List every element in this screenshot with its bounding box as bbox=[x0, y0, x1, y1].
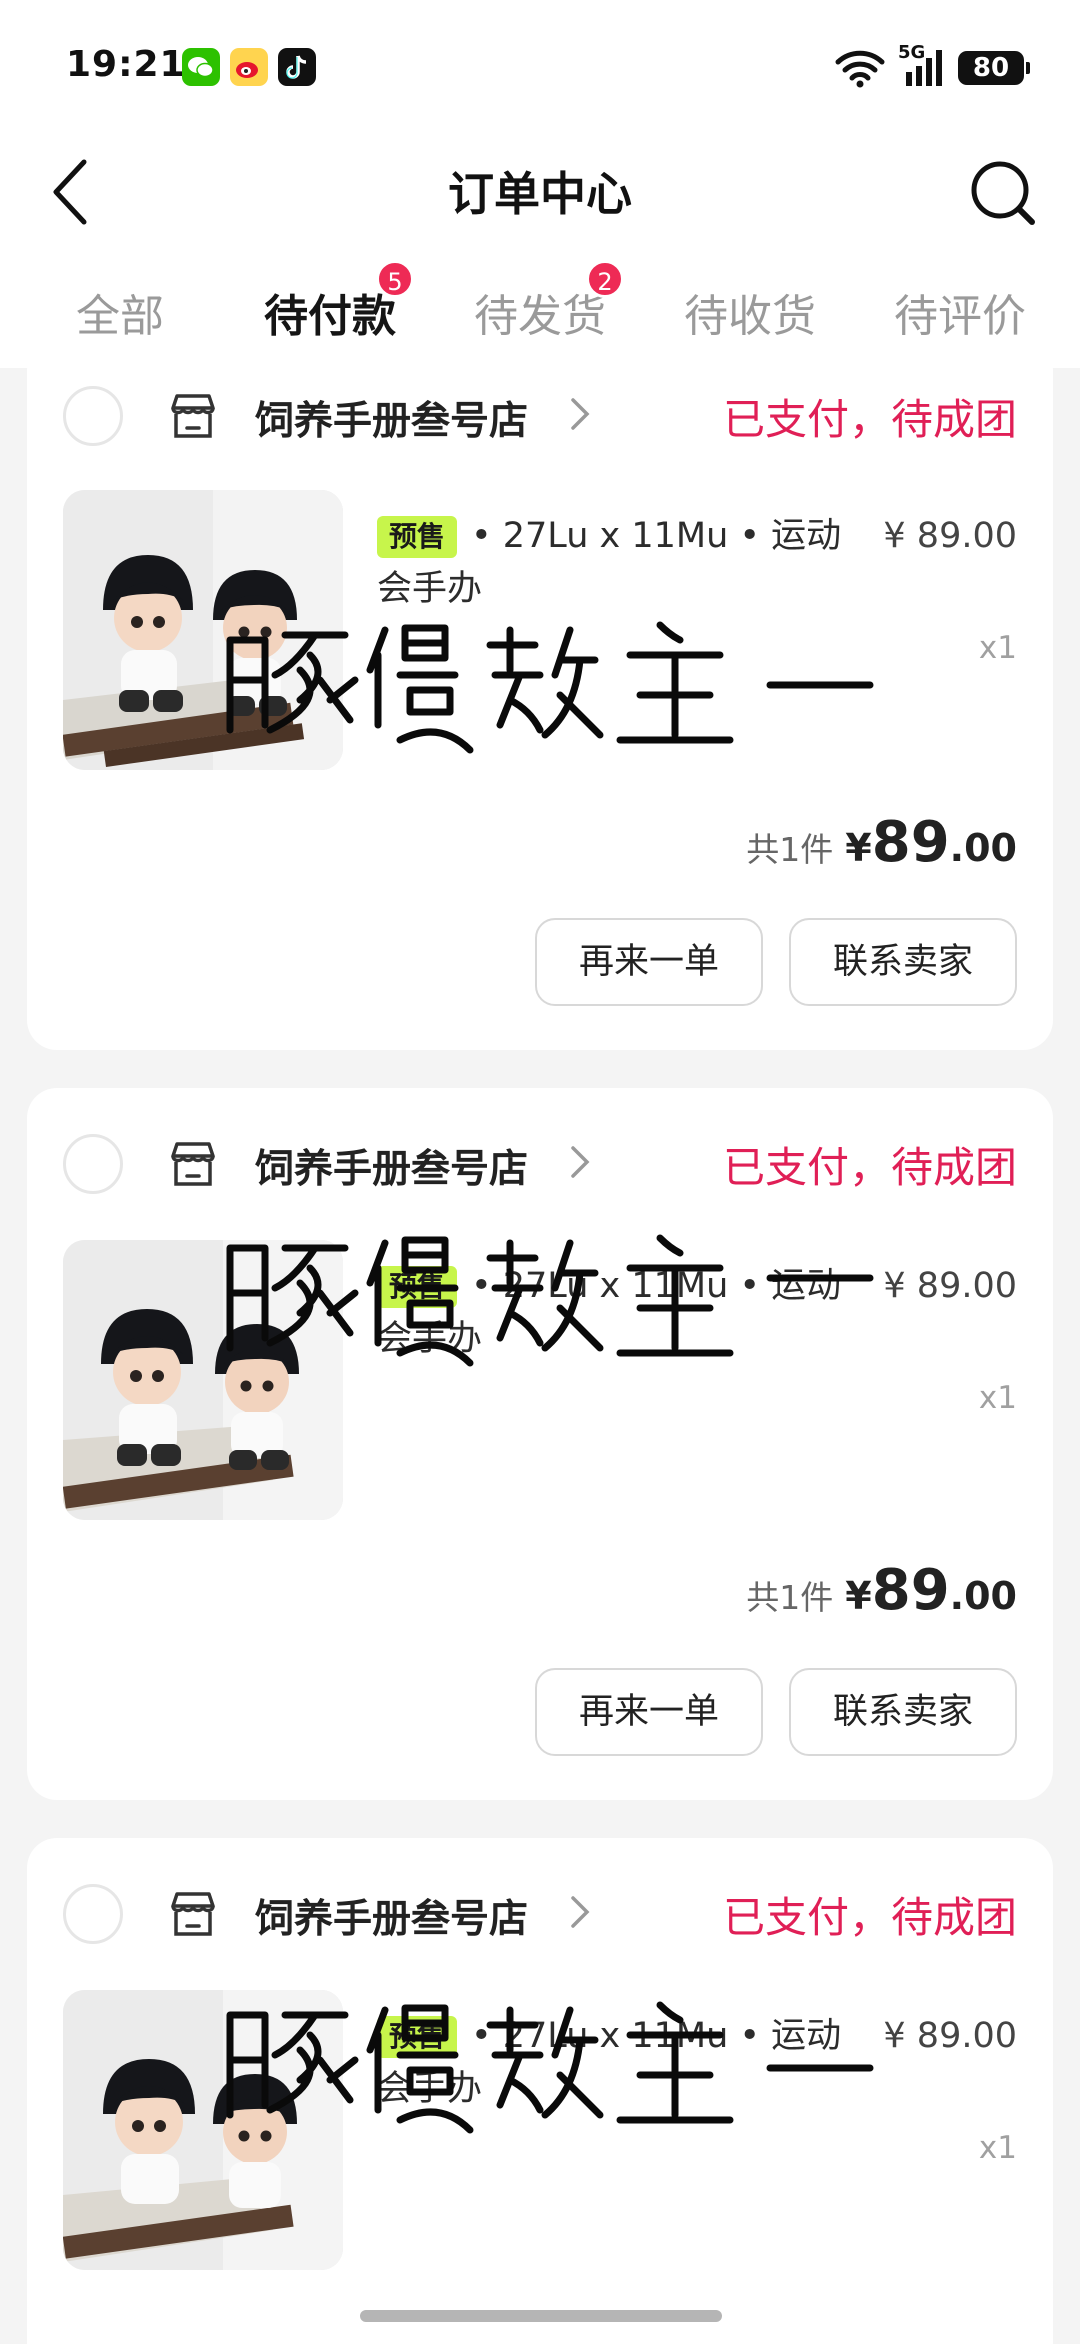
chevron-right-icon bbox=[571, 1146, 590, 1178]
total-currency: ¥ bbox=[845, 1574, 872, 1618]
tab-pending-review[interactable]: 待评价 bbox=[894, 280, 1026, 344]
tab-pending-receipt[interactable]: 待收货 bbox=[684, 280, 816, 344]
nav-bar: 订单中心 bbox=[0, 140, 1080, 250]
status-time: 19:21 bbox=[66, 44, 186, 85]
order-status: 已支付，待成团 bbox=[722, 1893, 1017, 1942]
product-quantity: x1 bbox=[978, 2130, 1017, 2166]
shop-name[interactable]: 饲养手册叁号店 bbox=[255, 1888, 528, 1944]
chevron-right-icon bbox=[571, 1896, 590, 1928]
tab-pending-receipt-label: 待收货 bbox=[684, 291, 816, 342]
tab-pending-review-label: 待评价 bbox=[894, 291, 1026, 342]
product-quantity: x1 bbox=[978, 630, 1017, 666]
total-integer: 89 bbox=[871, 810, 950, 875]
order-status: 已支付，待成团 bbox=[722, 1143, 1017, 1192]
product-quantity: x1 bbox=[978, 1380, 1017, 1416]
total-decimal: .00 bbox=[949, 1574, 1017, 1618]
tab-pending-shipment-badge: 2 bbox=[586, 260, 624, 298]
product-price: ¥ 89.00 bbox=[883, 516, 1017, 556]
product-title[interactable]: • 27Lu x 11Mu • 运动会手办 bbox=[377, 1260, 852, 1366]
product-title[interactable]: • 27Lu x 11Mu • 运动会手办 bbox=[377, 510, 852, 616]
order-total: 共1件 ¥89.00 bbox=[746, 1558, 1017, 1623]
total-price: ¥89.00 bbox=[845, 1558, 1017, 1623]
order-card[interactable]: 饲养手册叁号店 已支付，待成团 预售 • 27Lu x 11Mu • 运动会手办… bbox=[27, 1088, 1053, 1800]
tab-pending-payment-badge: 5 bbox=[376, 260, 414, 298]
shop-icon bbox=[171, 1142, 215, 1186]
tab-pending-shipment[interactable]: 待发货 bbox=[474, 280, 606, 344]
status-bar: 19:21 5G 80 bbox=[0, 0, 1080, 140]
product-image[interactable] bbox=[63, 1240, 343, 1520]
shop-icon bbox=[171, 1892, 215, 1936]
order-select-checkbox[interactable] bbox=[63, 386, 123, 446]
order-status: 已支付，待成团 bbox=[722, 395, 1017, 444]
total-price: ¥89.00 bbox=[845, 810, 1017, 875]
item-count: 共1件 bbox=[746, 1578, 834, 1617]
order-select-checkbox[interactable] bbox=[63, 1884, 123, 1944]
page-title: 订单中心 bbox=[448, 167, 632, 221]
total-currency: ¥ bbox=[845, 826, 872, 870]
status-indicators: 5G 80 bbox=[834, 42, 1030, 92]
contact-seller-button[interactable]: 联系卖家 bbox=[789, 1668, 1017, 1756]
shop-icon bbox=[171, 394, 215, 438]
reorder-button[interactable]: 再来一单 bbox=[535, 1668, 763, 1756]
wechat-icon bbox=[182, 48, 220, 86]
shop-name[interactable]: 饲养手册叁号店 bbox=[255, 390, 528, 446]
reorder-button[interactable]: 再来一单 bbox=[535, 918, 763, 1006]
weibo-icon bbox=[230, 48, 268, 86]
tab-pending-shipment-label: 待发货 bbox=[474, 291, 606, 342]
tab-all-label: 全部 bbox=[76, 291, 164, 342]
product-price: ¥ 89.00 bbox=[883, 2016, 1017, 2056]
tab-pending-payment[interactable]: 待付款 bbox=[264, 280, 396, 344]
battery-indicator: 80 bbox=[958, 51, 1030, 85]
order-select-checkbox[interactable] bbox=[63, 1134, 123, 1194]
cellular-signal-icon: 5G bbox=[898, 42, 946, 90]
shop-name[interactable]: 饲养手册叁号店 bbox=[255, 1138, 528, 1194]
tab-all[interactable]: 全部 bbox=[76, 280, 164, 344]
product-image[interactable] bbox=[63, 1990, 343, 2270]
home-indicator[interactable] bbox=[360, 2310, 722, 2322]
search-icon[interactable] bbox=[962, 152, 1042, 232]
product-price: ¥ 89.00 bbox=[883, 1266, 1017, 1306]
total-decimal: .00 bbox=[949, 826, 1017, 870]
chevron-right-icon bbox=[571, 398, 590, 430]
wifi-icon bbox=[835, 50, 885, 88]
product-title[interactable]: • 27Lu x 11Mu • 运动会手办 bbox=[377, 2010, 852, 2116]
order-card[interactable]: 饲养手册叁号店 已支付，待成团 预售 • 27Lu x 11Mu • 运动会手办… bbox=[27, 1838, 1053, 2344]
product-image[interactable] bbox=[63, 490, 343, 770]
tab-pending-payment-label: 待付款 bbox=[264, 291, 396, 342]
order-card[interactable]: 饲养手册叁号店 已支付，待成团 预售 • 27Lu x 11Mu • 运动会手办… bbox=[27, 340, 1053, 1050]
total-integer: 89 bbox=[871, 1558, 950, 1623]
item-count: 共1件 bbox=[746, 830, 834, 869]
order-total: 共1件 ¥89.00 bbox=[746, 810, 1017, 875]
douyin-icon bbox=[278, 48, 316, 86]
contact-seller-button[interactable]: 联系卖家 bbox=[789, 918, 1017, 1006]
